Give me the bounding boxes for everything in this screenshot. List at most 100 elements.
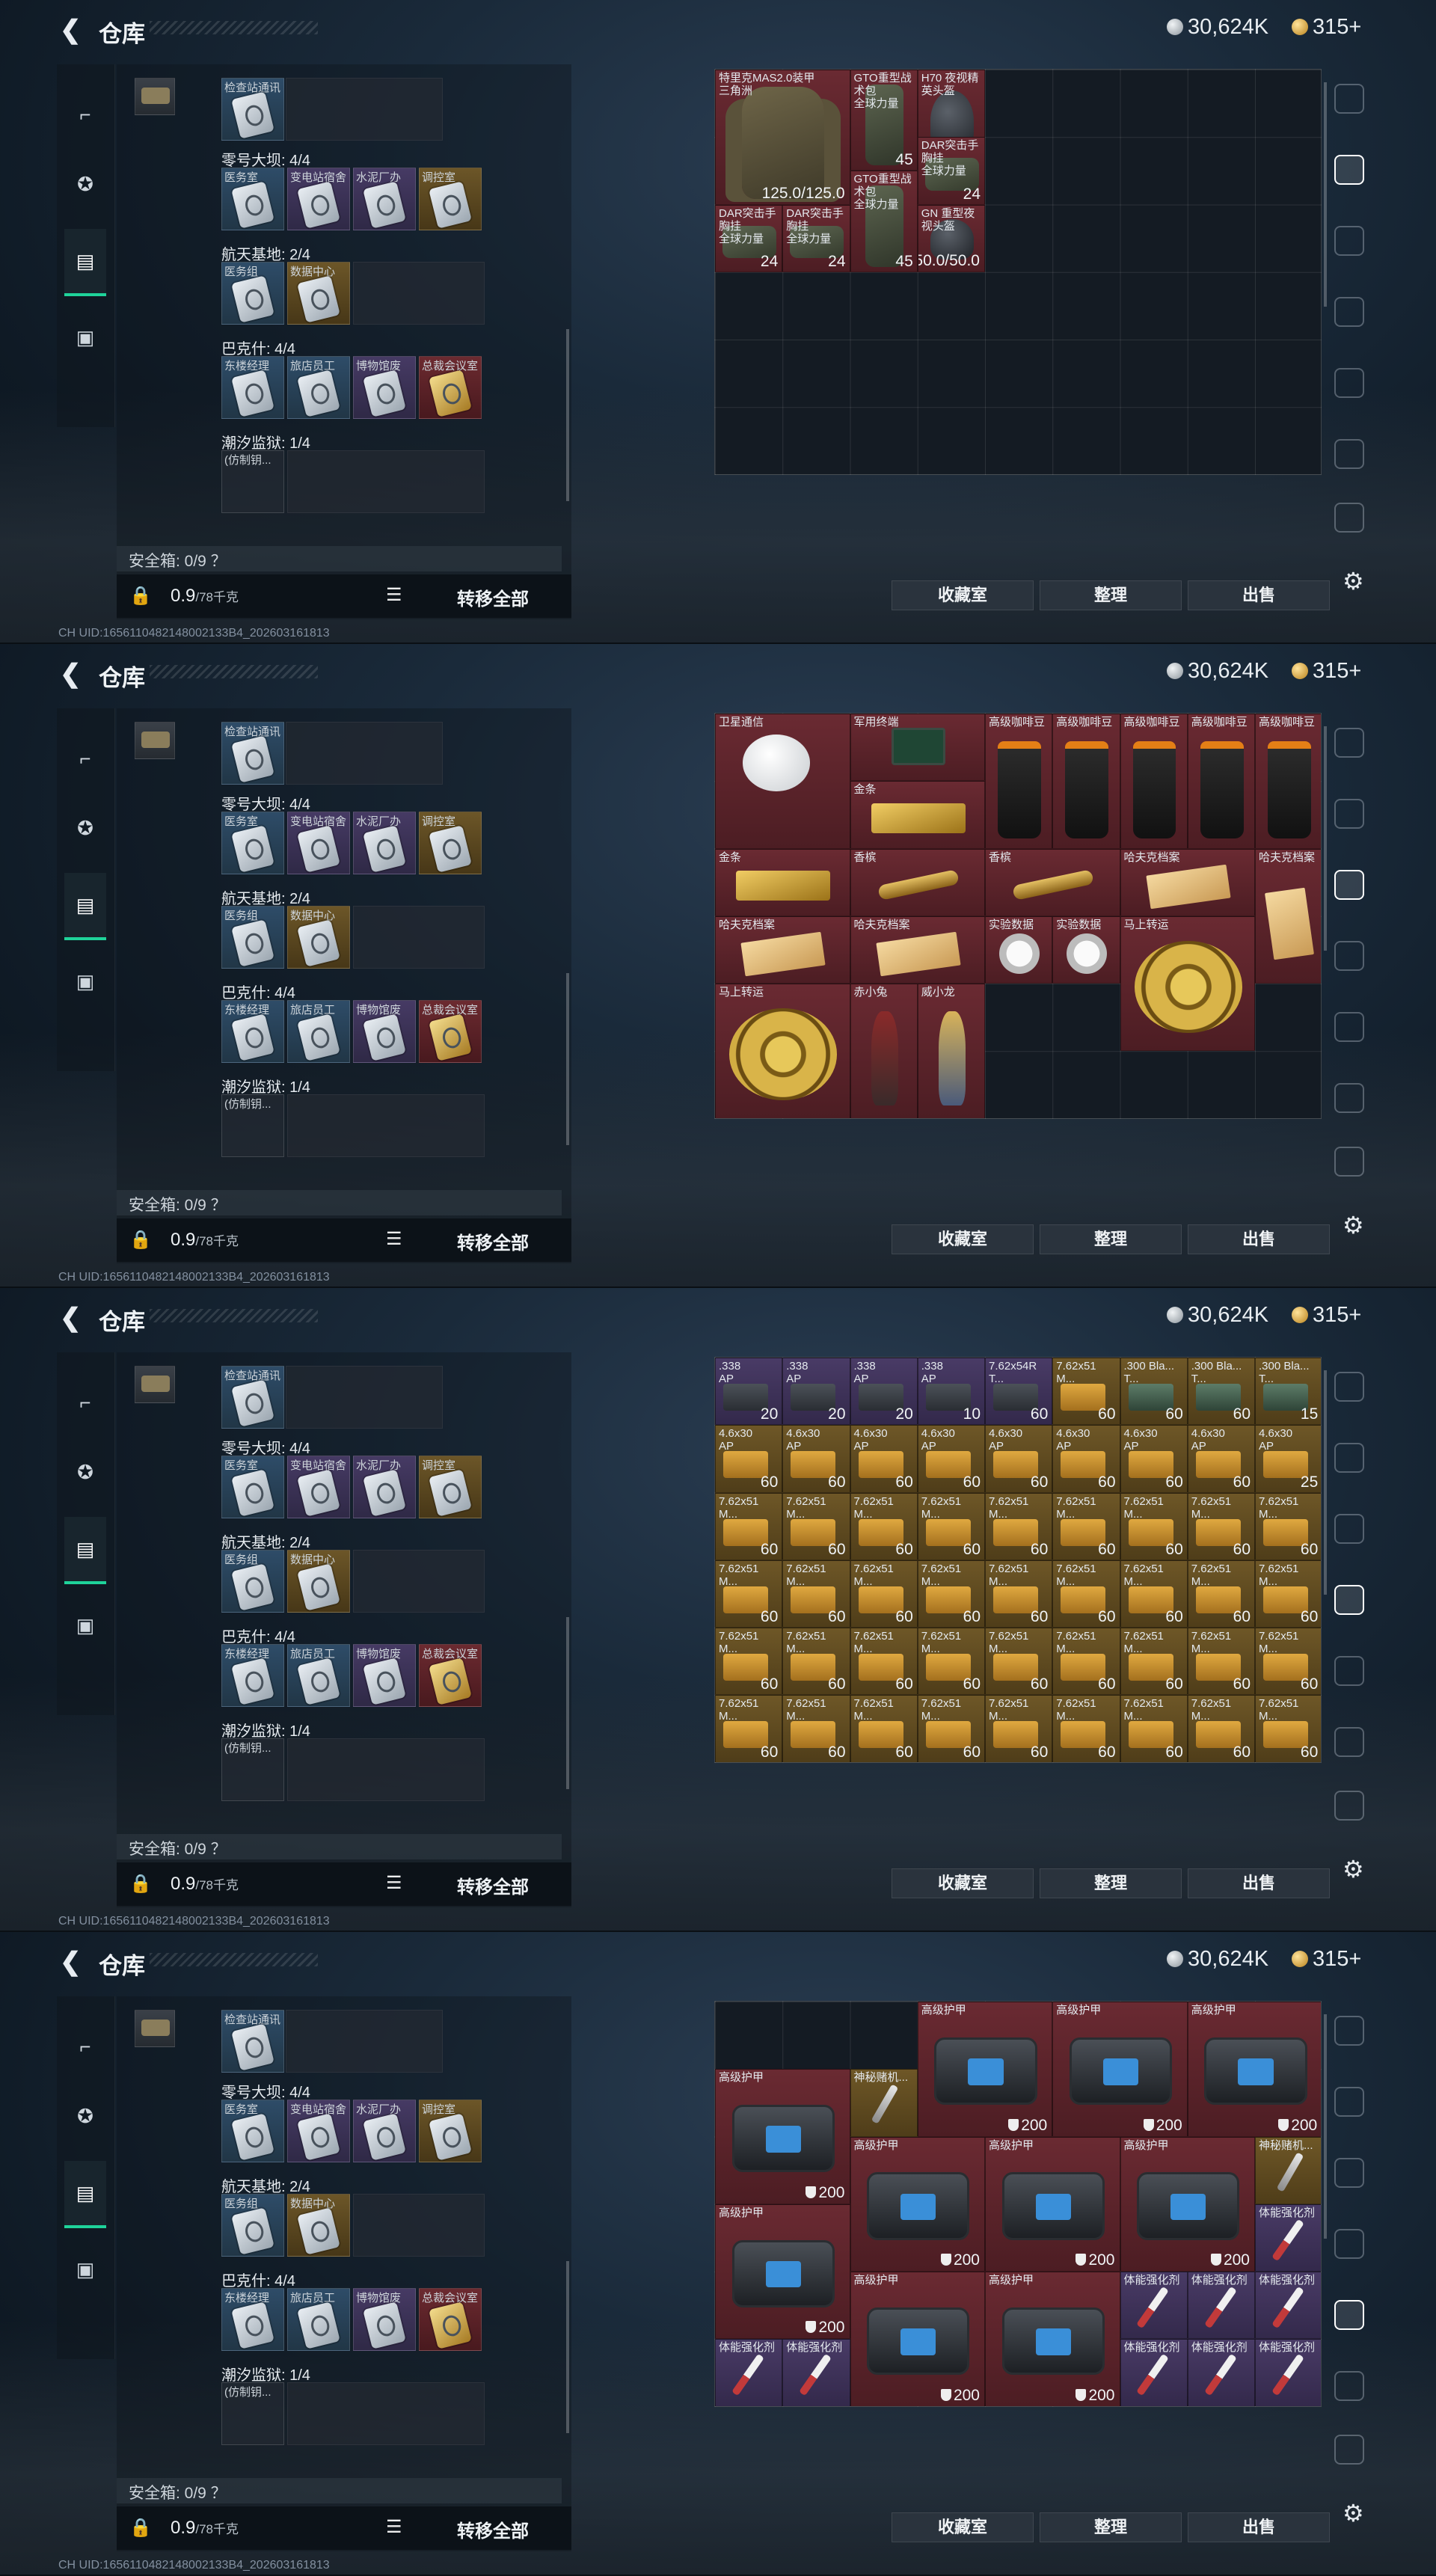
- stash-item[interactable]: 香槟: [850, 848, 985, 916]
- stash-tab-icon[interactable]: [1334, 503, 1364, 533]
- medal-icon[interactable]: ✪: [64, 150, 106, 218]
- stash-tab-icon[interactable]: [1334, 1147, 1364, 1177]
- stash-tab-icon[interactable]: [1334, 155, 1364, 185]
- stash-item[interactable]: 7.62x51 M...60: [1255, 1560, 1321, 1628]
- stash-item[interactable]: 7.62x51 M...60: [1187, 1492, 1255, 1560]
- left-scrollbar[interactable]: [566, 2261, 569, 2433]
- keycard[interactable]: 调控室: [419, 1456, 482, 1518]
- stash-item[interactable]: 7.62x51 M...60: [1052, 1560, 1120, 1628]
- sell-button[interactable]: 出售: [1188, 1224, 1330, 1254]
- stash-tab-icon[interactable]: [1334, 1443, 1364, 1473]
- left-scrollbar[interactable]: [566, 973, 569, 1145]
- stash-item[interactable]: 神秘赌机...: [1255, 2136, 1321, 2204]
- stash-item[interactable]: 威小龙: [917, 984, 985, 1118]
- sort-button[interactable]: 整理: [1040, 1224, 1182, 1254]
- stash-item[interactable]: 7.62x51 M...60: [917, 1628, 985, 1696]
- keycard[interactable]: 东楼经理: [221, 1000, 284, 1063]
- stash-item[interactable]: 7.62x51 M...60: [1120, 1492, 1188, 1560]
- medal-icon[interactable]: ✪: [64, 2082, 106, 2150]
- stash-item[interactable]: 7.62x51 M...60: [918, 1763, 985, 1764]
- keycard[interactable]: 数据中心: [287, 1550, 350, 1613]
- stash-item[interactable]: 高级护甲 200: [1052, 2002, 1188, 2137]
- settings-gear-icon[interactable]: ⚙: [1343, 1211, 1364, 1239]
- stash-item[interactable]: 7.62x51 M...60: [715, 1560, 783, 1628]
- stash-item[interactable]: 4.6x30 AP 60: [1187, 1425, 1255, 1493]
- stash-item[interactable]: 高级咖啡豆: [985, 714, 1053, 849]
- keycard[interactable]: 水泥厂办: [353, 2100, 416, 2162]
- keycard[interactable]: (仿制钥...: [221, 2382, 284, 2445]
- stash-item[interactable]: 体能强化剂: [782, 2339, 850, 2406]
- keycard[interactable]: 变电站宿舍: [287, 2100, 350, 2162]
- stash-item[interactable]: 7.62x51 M...60: [1187, 1628, 1255, 1696]
- keycard[interactable]: 旅店员工: [287, 356, 350, 419]
- stash-item[interactable]: GTO重型战术包 全球力量 45: [850, 70, 918, 171]
- stash-item[interactable]: 7.62x51 M...60: [1120, 1560, 1188, 1628]
- stash-item[interactable]: DAR突击手胸挂 全球力量 24: [917, 137, 985, 205]
- keycard[interactable]: 博物馆废: [353, 1000, 416, 1063]
- stash-item[interactable]: 7.62x51 M...60: [1255, 1628, 1321, 1696]
- sort-button[interactable]: 整理: [1040, 580, 1182, 610]
- stash-item[interactable]: 7.62x51 M...60: [1052, 1628, 1120, 1696]
- rifle-icon[interactable]: ⌐: [64, 725, 106, 792]
- back-icon[interactable]: ❮: [60, 1947, 82, 1977]
- keycard[interactable]: 总裁会议室: [419, 1000, 482, 1063]
- keycard[interactable]: 东楼经理: [221, 1644, 284, 1707]
- stash-item[interactable]: 7.62x51 M...60: [1255, 1763, 1322, 1764]
- keycard[interactable]: 东楼经理: [221, 2288, 284, 2351]
- stash-item[interactable]: 体能强化剂: [1120, 2339, 1188, 2406]
- transfer-all-button[interactable]: 转移全部: [457, 1872, 529, 1898]
- briefcase-icon[interactable]: ▣: [64, 1592, 106, 1659]
- keycard[interactable]: 变电站宿舍: [287, 812, 350, 874]
- stash-item[interactable]: 7.62x51 M...60: [917, 1560, 985, 1628]
- backpack-tab-icon[interactable]: ▤: [64, 2161, 106, 2228]
- stash-item[interactable]: 7.62x51 M...60: [985, 1695, 1053, 1762]
- stash-item[interactable]: 体能强化剂: [918, 2407, 985, 2408]
- stash-item[interactable]: DVE止痛片5/5: [1052, 2407, 1120, 2408]
- keycard[interactable]: 调控室: [419, 168, 482, 230]
- keycard[interactable]: (仿制钥...: [221, 1094, 284, 1157]
- stash-item[interactable]: 战斗兴奋剂: [1255, 2407, 1322, 2408]
- briefcase-icon[interactable]: ▣: [64, 304, 106, 371]
- keycard[interactable]: 医务室: [221, 168, 284, 230]
- stash-item[interactable]: 赤小兔: [850, 984, 918, 1118]
- stash-item[interactable]: 7.62x51 M...60: [917, 1695, 985, 1762]
- stash-item[interactable]: 体能强化剂: [1255, 2204, 1321, 2272]
- stash-item[interactable]: 7.62x51 M...60: [850, 1492, 918, 1560]
- stash-item[interactable]: 卫星通信: [715, 714, 850, 849]
- stash-item[interactable]: 高级咖啡豆: [1255, 714, 1321, 849]
- stash-item[interactable]: 7.62x51 M...60: [715, 1695, 783, 1762]
- stash-item[interactable]: 体能强化剂: [985, 2407, 1052, 2408]
- stash-item[interactable]: 7.62x51 M...60: [715, 1492, 783, 1560]
- backpack-tab-icon[interactable]: ▤: [64, 1517, 106, 1584]
- stash-item[interactable]: .300 Bla... T... 15: [1255, 1358, 1321, 1426]
- grid-scrollbar[interactable]: [1324, 2014, 1327, 2239]
- stash-tab-icon[interactable]: [1334, 799, 1364, 829]
- briefcase-icon[interactable]: ▣: [64, 2236, 106, 2303]
- keycard[interactable]: 总裁会议室: [419, 2288, 482, 2351]
- backpack-tab-icon[interactable]: ▤: [64, 229, 106, 296]
- stash-tab-icon[interactable]: [1334, 2087, 1364, 2117]
- keycard[interactable]: 变电站宿舍: [287, 168, 350, 230]
- stash-tab-icon[interactable]: [1334, 2229, 1364, 2259]
- settings-gear-icon[interactable]: ⚙: [1343, 2499, 1364, 2527]
- stash-tab-icon[interactable]: [1334, 1514, 1364, 1544]
- stash-tab-icon[interactable]: [1334, 1656, 1364, 1686]
- stash-item[interactable]: 7.62x51 M...60: [715, 1763, 782, 1764]
- stash-item[interactable]: 体能强化剂: [1255, 2272, 1321, 2340]
- keycard[interactable]: 医务室: [221, 1456, 284, 1518]
- left-scrollbar[interactable]: [566, 329, 569, 501]
- stash-item[interactable]: 体能强化剂: [850, 2407, 918, 2408]
- stash-tab-icon[interactable]: [1334, 1727, 1364, 1757]
- stash-item[interactable]: 4.6x30 AP 60: [1120, 1425, 1188, 1493]
- stash-item[interactable]: 7.62x51 M...60: [1120, 1628, 1188, 1696]
- pouch-slot[interactable]: [135, 722, 175, 759]
- stash-item[interactable]: 4.6x30 AP 60: [985, 1425, 1053, 1493]
- stash-item[interactable]: 7.62x51 M...60: [985, 1492, 1053, 1560]
- pouch-card[interactable]: 检查站通讯: [221, 1366, 284, 1429]
- stash-item[interactable]: 7.62x51 M...60: [850, 1695, 918, 1762]
- keycard[interactable]: 医务室: [221, 812, 284, 874]
- keycard[interactable]: 医务组: [221, 1550, 284, 1613]
- stash-item[interactable]: 高级护甲 200: [1187, 2002, 1321, 2137]
- stash-item[interactable]: 7.62x51 M...60: [1255, 1492, 1321, 1560]
- stash-tab-icon[interactable]: [1334, 1012, 1364, 1042]
